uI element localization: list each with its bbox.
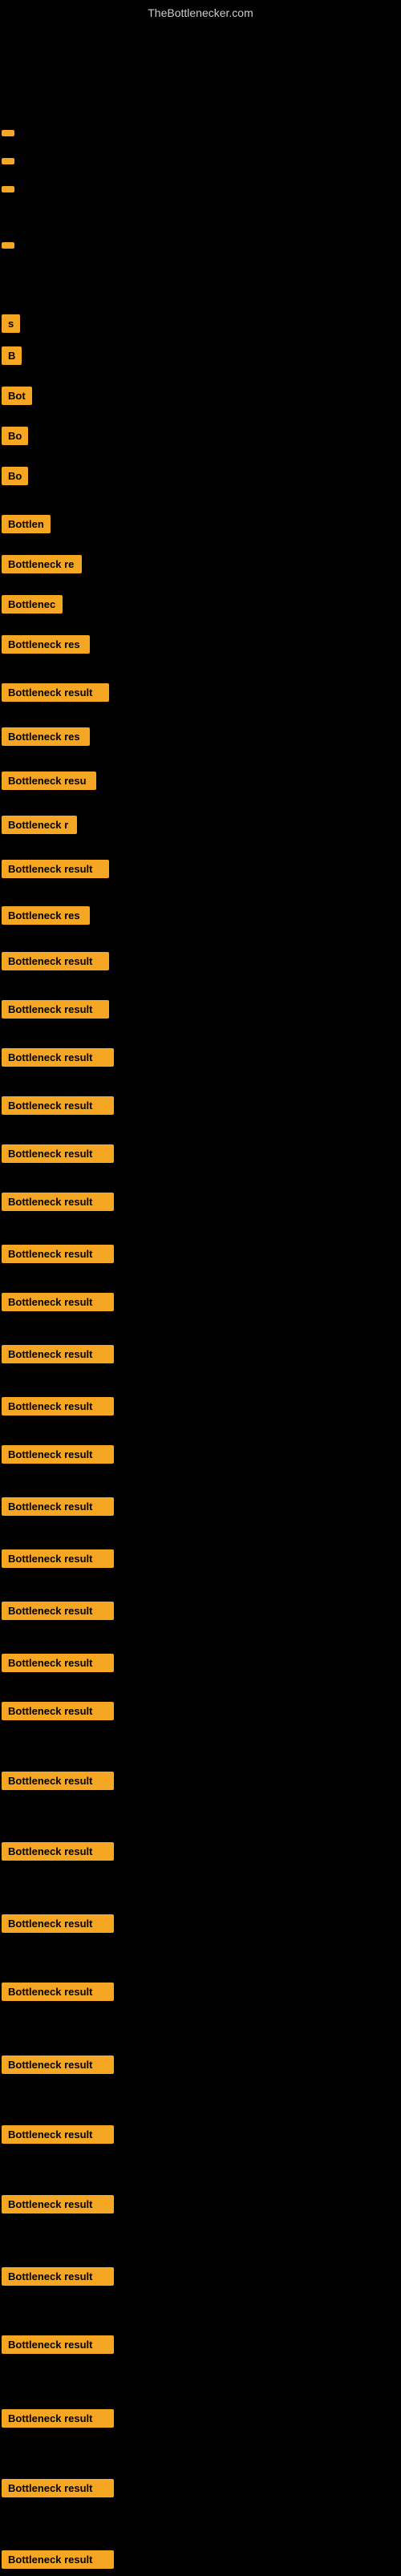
bottleneck-bar: Bottleneck result — [2, 1702, 114, 1720]
bottleneck-bar: Bottleneck result — [2, 2056, 114, 2074]
bottleneck-bar: Bottleneck result — [2, 1549, 114, 1568]
bottleneck-bar: Bot — [2, 387, 32, 405]
bottleneck-bar: Bottleneck result — [2, 1048, 114, 1067]
bottleneck-bar: Bottleneck res — [2, 727, 90, 746]
bottleneck-bar: Bottleneck result — [2, 683, 109, 702]
bottleneck-bar: Bottleneck result — [2, 1842, 114, 1861]
bottleneck-bar: Bottleneck result — [2, 2409, 114, 2428]
bars-container: sB Bot Bo Bo Bottlen Bottleneck re Bottlenec Bo… — [0, 26, 401, 2576]
bottleneck-bar: Bottlen — [2, 515, 51, 533]
bottleneck-bar: Bottleneck result — [2, 1096, 114, 1115]
bottleneck-bar — [2, 186, 14, 192]
bottleneck-bar: Bo — [2, 467, 28, 485]
bottleneck-bar: Bottleneck r — [2, 816, 77, 834]
bottleneck-bar: Bottleneck result — [2, 860, 109, 878]
bottleneck-bar: Bottleneck result — [2, 1397, 114, 1416]
bottleneck-bar: Bottleneck result — [2, 1772, 114, 1790]
bottleneck-bar — [2, 130, 14, 136]
bottleneck-bar: Bottleneck re — [2, 555, 82, 573]
bottleneck-bar: Bottleneck result — [2, 1293, 114, 1311]
bottleneck-bar: Bottleneck res — [2, 906, 90, 925]
bottleneck-bar: Bottleneck result — [2, 1193, 114, 1211]
bottleneck-bar: Bottleneck result — [2, 1983, 114, 2001]
bottleneck-bar — [2, 242, 14, 249]
bottleneck-bar: Bottleneck result — [2, 2335, 114, 2354]
bottleneck-bar — [2, 158, 14, 164]
bottleneck-bar: Bottleneck result — [2, 2195, 114, 2213]
bottleneck-bar: Bottleneck result — [2, 2479, 114, 2497]
bottleneck-bar: B — [2, 346, 22, 365]
bottleneck-bar: Bottleneck result — [2, 1602, 114, 1620]
bottleneck-bar: Bottlenec — [2, 595, 63, 614]
bottleneck-bar: Bottleneck result — [2, 1497, 114, 1516]
bottleneck-bar: Bottleneck result — [2, 1445, 114, 1464]
bottleneck-bar: Bo — [2, 427, 28, 445]
bottleneck-bar: s — [2, 314, 20, 333]
bottleneck-bar: Bottleneck result — [2, 1654, 114, 1672]
bottleneck-bar: Bottleneck result — [2, 1345, 114, 1363]
bottleneck-bar: Bottleneck result — [2, 1914, 114, 1933]
bottleneck-bar: Bottleneck result — [2, 2125, 114, 2144]
bottleneck-bar: Bottleneck result — [2, 1144, 114, 1163]
site-title: TheBottlenecker.com — [0, 0, 401, 26]
bottleneck-bar: Bottleneck res — [2, 635, 90, 654]
bottleneck-bar: Bottleneck resu — [2, 772, 96, 790]
bottleneck-bar: Bottleneck result — [2, 2267, 114, 2286]
bottleneck-bar: Bottleneck result — [2, 1245, 114, 1263]
bottleneck-bar: Bottleneck result — [2, 952, 109, 970]
bottleneck-bar: Bottleneck result — [2, 1000, 109, 1019]
